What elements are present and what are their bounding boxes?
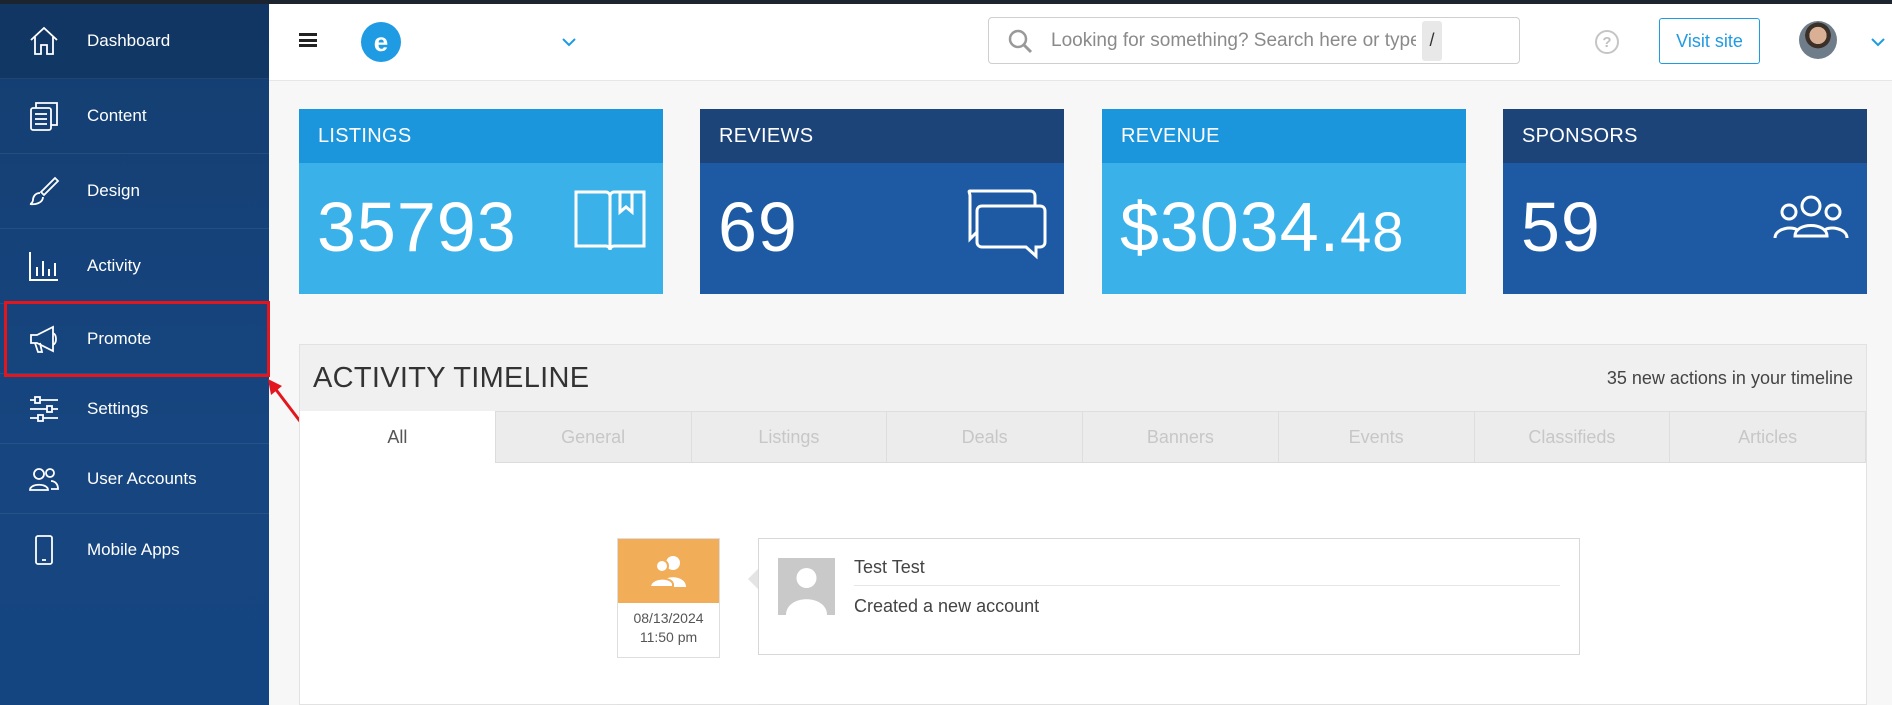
stat-value: 69	[718, 188, 798, 266]
tab-banners[interactable]: Banners	[1083, 411, 1279, 462]
stat-value: 35793	[317, 188, 517, 266]
site-logo[interactable]: e	[361, 22, 401, 62]
event-date: 08/13/2024	[633, 610, 704, 626]
sidebar-item-label: Activity	[87, 256, 141, 275]
sidebar-item-mobile-apps[interactable]: Mobile Apps	[0, 514, 269, 586]
stat-label: SPONSORS	[1503, 109, 1867, 163]
tab-classifieds[interactable]: Classifieds	[1474, 411, 1671, 462]
timeline-event-card[interactable]: Test Test Created a new account	[748, 538, 1580, 655]
event-date-badge: 08/13/2024 11:50 pm	[617, 538, 720, 658]
stat-card-sponsors[interactable]: SPONSORS 59	[1503, 109, 1867, 294]
event-time: 11:50 pm	[639, 629, 698, 645]
search-icon	[1008, 29, 1033, 53]
timeline-tabs: All General Listings Deals Banners Event…	[300, 411, 1866, 463]
sidebar-item-design[interactable]: Design	[0, 154, 269, 229]
book-icon	[574, 190, 646, 251]
tab-all[interactable]: All	[300, 411, 496, 463]
search-shortcut-key: /	[1422, 20, 1442, 61]
stat-value: 59	[1521, 188, 1601, 266]
stat-card-listings[interactable]: LISTINGS 35793	[299, 109, 663, 294]
activity-timeline-panel: ACTIVITY TIMELINE 35 new actions in your…	[299, 344, 1867, 705]
event-user-name[interactable]: Test Test	[854, 557, 925, 578]
promote-highlight-box	[4, 301, 270, 377]
tab-deals[interactable]: Deals	[887, 411, 1083, 462]
user-menu-chevron-icon[interactable]	[1868, 32, 1888, 52]
phone-icon	[0, 533, 87, 567]
home-icon	[0, 24, 87, 58]
stat-card-revenue[interactable]: REVENUE $3034.48	[1102, 109, 1466, 294]
stat-value: $3034.	[1120, 188, 1341, 266]
sidebar-item-label: Design	[87, 181, 140, 200]
sidebar-item-user-accounts[interactable]: User Accounts	[0, 444, 269, 514]
users-icon	[0, 462, 87, 496]
event-divider	[854, 585, 1560, 586]
tab-listings[interactable]: Listings	[691, 411, 888, 462]
sidebar-item-label: Settings	[87, 398, 149, 418]
tab-articles[interactable]: Articles	[1670, 411, 1866, 462]
menu-toggle-icon[interactable]	[299, 33, 317, 47]
sidebar-item-content[interactable]: Content	[0, 79, 269, 154]
site-switcher-chevron-icon[interactable]	[559, 32, 579, 52]
sidebar-item-dashboard[interactable]: Dashboard	[0, 4, 269, 79]
sidebar-item-activity[interactable]: Activity	[0, 229, 269, 304]
documents-icon	[0, 99, 87, 133]
sidebar-item-label: Mobile Apps	[87, 540, 180, 559]
stat-label: LISTINGS	[299, 109, 663, 163]
timeline-count: 35 new actions in your timeline	[1606, 367, 1853, 388]
search-input[interactable]	[1051, 29, 1416, 52]
brush-icon	[0, 174, 87, 208]
search-box[interactable]: /	[988, 17, 1520, 64]
sidebar-item-label: Content	[87, 106, 147, 125]
help-icon[interactable]: ?	[1595, 30, 1619, 54]
chat-bubbles-icon	[967, 189, 1047, 260]
sidebar-item-settings[interactable]: Settings	[0, 374, 269, 444]
sidebar-item-label: Dashboard	[87, 31, 171, 50]
user-placeholder-icon	[778, 558, 835, 615]
bar-chart-icon	[0, 249, 87, 283]
stat-value-cents: 48	[1340, 200, 1405, 263]
new-user-icon	[648, 556, 686, 588]
group-icon	[1773, 195, 1849, 239]
user-avatar[interactable]	[1799, 21, 1837, 59]
sidebar-item-label: User Accounts	[87, 468, 197, 488]
stat-card-reviews[interactable]: REVIEWS 69	[700, 109, 1064, 294]
sliders-icon	[0, 392, 87, 426]
stat-label: REVENUE	[1102, 109, 1466, 163]
stat-label: REVIEWS	[700, 109, 1064, 163]
tab-general[interactable]: General	[495, 411, 692, 462]
visit-site-button[interactable]: Visit site	[1659, 18, 1760, 64]
event-description: Created a new account	[854, 596, 1040, 616]
top-header: e / ? Visit site	[269, 4, 1892, 81]
tab-events[interactable]: Events	[1278, 411, 1475, 462]
timeline-title: ACTIVITY TIMELINE	[313, 361, 590, 394]
